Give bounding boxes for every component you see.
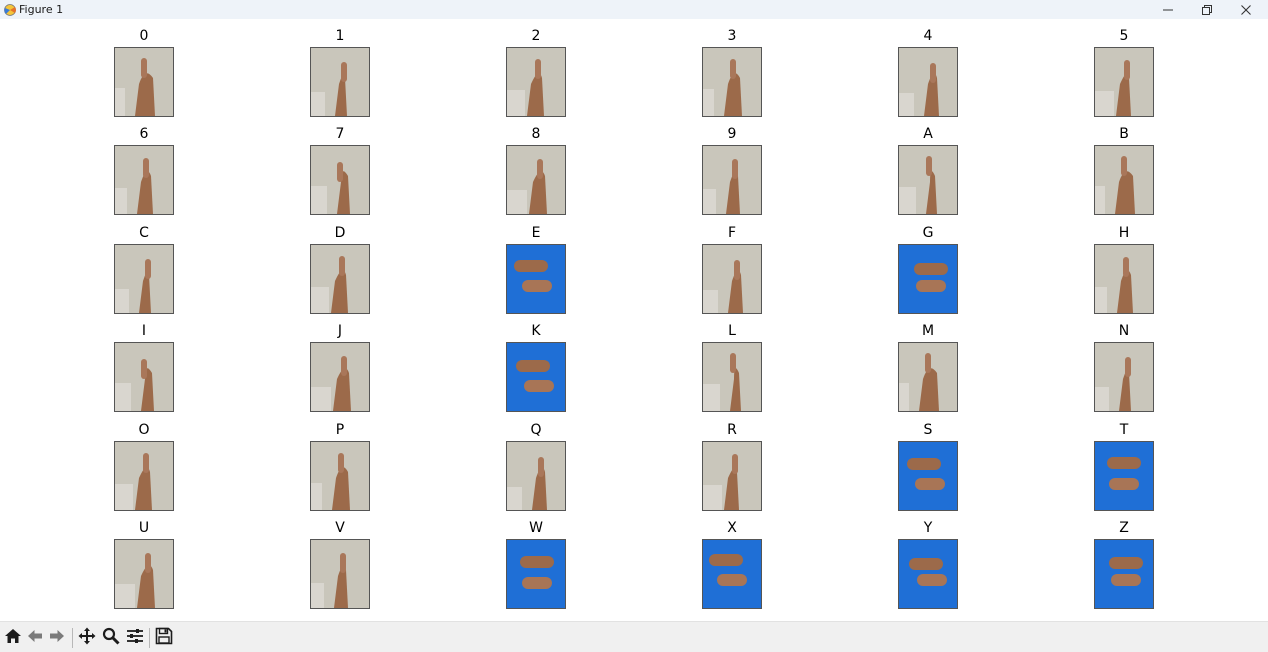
window-titlebar: Figure 1 xyxy=(0,0,1268,19)
configure-subplots-icon xyxy=(126,627,144,649)
hand-sign-image xyxy=(1094,145,1154,215)
hand-sign-image xyxy=(1094,47,1154,117)
hand-sign-image xyxy=(114,145,174,215)
hand-sign-image xyxy=(898,47,958,117)
subplot-title: H xyxy=(1118,225,1130,241)
zoom-button[interactable] xyxy=(100,627,122,649)
subplot-title: Q xyxy=(530,422,542,438)
subplot-title: 4 xyxy=(923,28,933,44)
save-icon xyxy=(155,627,173,649)
close-button[interactable] xyxy=(1227,0,1265,19)
hand-sign-image xyxy=(506,145,566,215)
subplot-title: 9 xyxy=(727,126,737,142)
configure-subplots-button[interactable] xyxy=(124,628,146,648)
back-icon xyxy=(26,628,44,648)
window-title: Figure 1 xyxy=(19,3,64,16)
hand-sign-image xyxy=(506,47,566,117)
hand-sign-image xyxy=(1094,244,1154,314)
navigation-toolbar xyxy=(0,621,1268,652)
subplot-title: D xyxy=(334,225,346,241)
hand-sign-image xyxy=(898,539,958,609)
hand-sign-image xyxy=(114,47,174,117)
forward-icon xyxy=(48,628,66,648)
restore-button[interactable] xyxy=(1188,0,1226,19)
hand-sign-image xyxy=(506,441,566,511)
subplot-title: A xyxy=(923,126,933,142)
subplot-title: R xyxy=(727,422,737,438)
hand-sign-image xyxy=(114,244,174,314)
back-button[interactable] xyxy=(24,628,46,648)
subplot-title: K xyxy=(531,323,541,339)
hand-sign-image xyxy=(1094,342,1154,412)
hand-sign-image xyxy=(898,441,958,511)
hand-sign-image xyxy=(506,539,566,609)
toolbar-separator xyxy=(149,628,150,648)
subplot-title: Y xyxy=(923,520,933,536)
subplot-title: J xyxy=(337,323,343,339)
subplot-title: M xyxy=(921,323,935,339)
pan-button[interactable] xyxy=(76,627,98,649)
subplot-title: W xyxy=(529,520,543,536)
hand-sign-image xyxy=(310,342,370,412)
hand-sign-image xyxy=(898,244,958,314)
hand-sign-image xyxy=(1094,441,1154,511)
hand-sign-image xyxy=(310,145,370,215)
matplotlib-icon xyxy=(3,2,17,16)
subplot-title: B xyxy=(1119,126,1129,142)
subplot-title: 3 xyxy=(727,28,737,44)
hand-sign-image xyxy=(114,342,174,412)
subplot-title: P xyxy=(335,422,345,438)
hand-sign-image xyxy=(702,539,762,609)
subplot-title: F xyxy=(727,225,737,241)
hand-sign-image xyxy=(310,539,370,609)
hand-sign-image xyxy=(506,342,566,412)
subplot-title: 1 xyxy=(335,28,345,44)
subplot-title: O xyxy=(138,422,150,438)
subplot-title: L xyxy=(728,323,736,339)
hand-sign-image xyxy=(702,342,762,412)
hand-sign-image xyxy=(310,441,370,511)
hand-sign-image xyxy=(702,441,762,511)
subplot-title: C xyxy=(139,225,149,241)
hand-sign-image xyxy=(702,47,762,117)
hand-sign-image xyxy=(310,47,370,117)
subplot-title: S xyxy=(923,422,933,438)
subplot-title: U xyxy=(138,520,150,536)
hand-sign-image xyxy=(898,145,958,215)
save-button[interactable] xyxy=(153,627,175,649)
subplot-title: G xyxy=(922,225,934,241)
hand-sign-image xyxy=(114,539,174,609)
subplot-title: 5 xyxy=(1119,28,1129,44)
subplot-title: 8 xyxy=(531,126,541,142)
pan-icon xyxy=(78,627,96,649)
hand-sign-image xyxy=(1094,539,1154,609)
subplot-title: 6 xyxy=(139,126,149,142)
minimize-button[interactable] xyxy=(1149,0,1187,19)
hand-sign-image xyxy=(702,244,762,314)
forward-button[interactable] xyxy=(46,628,68,648)
hand-sign-image xyxy=(310,244,370,314)
close-icon xyxy=(1240,4,1252,16)
minimize-icon xyxy=(1162,4,1174,16)
subplot-title: 7 xyxy=(335,126,345,142)
hand-sign-image xyxy=(114,441,174,511)
restore-icon xyxy=(1201,4,1213,16)
subplot-title: I xyxy=(141,323,147,339)
subplot-title: T xyxy=(1119,422,1129,438)
figure-canvas[interactable]: 0 1 2 3 4 5 6 7 8 9 A B C D E F G H I J K L M N O P Q R S T U V W X Y Z xyxy=(0,19,1268,621)
subplot-title: 0 xyxy=(139,28,149,44)
home-icon xyxy=(4,628,22,648)
home-button[interactable] xyxy=(2,628,24,648)
subplot-title: V xyxy=(335,520,345,536)
subplot-title: N xyxy=(1118,323,1130,339)
subplot-title: X xyxy=(727,520,737,536)
toolbar-separator xyxy=(72,628,73,648)
subplot-title: E xyxy=(531,225,541,241)
hand-sign-image xyxy=(506,244,566,314)
subplot-title: Z xyxy=(1119,520,1129,536)
subplot-title: 2 xyxy=(531,28,541,44)
hand-sign-image xyxy=(898,342,958,412)
hand-sign-image xyxy=(702,145,762,215)
zoom-icon xyxy=(102,627,120,649)
